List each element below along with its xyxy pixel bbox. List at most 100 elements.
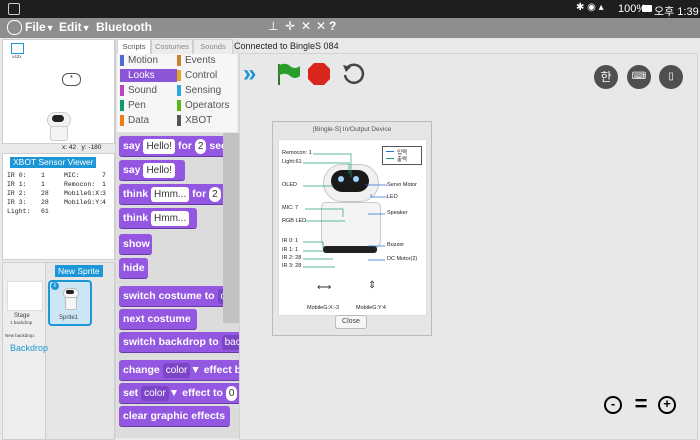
grow-icon[interactable]: ✕ [301,19,311,33]
block-clear-effects[interactable]: clear graphic effects [119,406,230,426]
sprite1-tile[interactable]: i Sprite1 [48,280,92,326]
category-color-swatch [120,100,124,111]
new-backdrop-label: New backdrop: [5,333,36,338]
block-say-for-secs[interactable]: say Hello! for 2 secs [119,136,240,156]
category-data[interactable]: Data [120,114,177,127]
category-sensing[interactable]: Sensing [177,84,234,97]
category-label: Control [185,70,218,81]
edit-menu[interactable]: Edit▼ [59,20,91,34]
info-icon[interactable]: i [51,282,59,290]
help-icon[interactable]: ? [329,19,336,33]
category-label: Sensing [185,85,222,96]
coordinates-readout: x: 42 y: -180 [62,144,102,151]
category-operators[interactable]: Operators [177,99,234,112]
io-label-left: OLED [282,182,297,188]
stage-size-label: x42x [12,54,22,59]
category-control[interactable]: Control [177,69,234,82]
mobile-x-label: MobileG:X:-3 [307,305,340,311]
palette-scrollbar[interactable] [223,133,239,323]
category-events[interactable]: Events [177,54,234,67]
stage-thumbnail[interactable]: x42x * [2,39,115,144]
file-menu[interactable]: File▼ [25,20,55,34]
bluetooth-menu[interactable]: Bluetooth [96,20,152,34]
category-color-swatch [120,55,124,66]
duplicate-icon[interactable]: ⊥ [268,19,278,33]
tab-scripts[interactable]: Scripts [117,39,151,54]
sensor-row: IR 3: 28 MobileG:Y: 4 [7,199,111,208]
sensor-name: IR 2: [7,190,27,197]
sensor-row: Light: 61 [7,208,111,217]
category-xbot[interactable]: XBOT [177,114,234,127]
bluetooth-connect-icon[interactable]: » [243,62,269,86]
category-label: XBOT [185,115,213,126]
io-label-left: IR 2: 28 [282,255,302,261]
connection-status: Connected to BingleS 084 [234,41,339,51]
sensor-name: Remocon: [64,181,96,188]
zoom-in-button[interactable]: + [655,393,679,417]
block-say[interactable]: say Hello! [119,160,185,180]
category-label: Pen [128,100,146,111]
category-pen[interactable]: Pen [120,99,177,112]
green-flag-icon[interactable] [274,61,302,87]
category-sound[interactable]: Sound [120,84,177,97]
block-think-for-secs[interactable]: think Hmm... for 2 se [119,184,240,204]
robot-sprite-thumb [63,288,79,310]
battery-icon [642,5,652,12]
category-panel: Motion Events Looks Control Sound Sensing Pen O… [117,54,237,132]
tilt-x-icon: ⟷ [317,282,332,293]
keyboard-icon[interactable]: ⌨ [627,65,651,89]
sensor-viewer-title[interactable]: XBOT Sensor Viewer [10,157,97,168]
zoom-out-button[interactable]: - [601,393,625,417]
backdrop-button[interactable]: Backdrop [10,343,48,353]
korean-language-button[interactable]: 한 [594,65,618,89]
shrink-icon[interactable]: ✕ [316,19,326,33]
category-color-swatch [177,85,181,96]
category-label: Sound [128,85,157,96]
sensor-value: 28 [41,199,49,206]
sensor-value: 28 [41,190,49,197]
tab-costumes[interactable]: Costumes [151,39,193,54]
category-label: Looks [128,70,155,81]
sensor-value: 4 [102,199,106,206]
block-switch-costume[interactable]: switch costume to costu [119,286,240,306]
new-sprite-button[interactable]: New Sprite [55,265,103,277]
block-set-effect[interactable]: set color ▼ effect to 0 [119,383,240,403]
sensor-value: 1 [102,181,106,188]
tilt-y-icon: ⇕ [368,280,377,291]
fullscreen-icon[interactable] [11,43,24,54]
io-device-dialog: [Bingle-S] In/Output Device 입력 출력 ⟷ ⇕ Mo… [272,121,432,336]
file-menu-label: File [25,20,46,34]
chevron-down-icon: ▼ [81,23,91,33]
sprite1-label: Sprite1 [59,315,79,321]
category-looks[interactable]: Looks [120,69,177,82]
category-motion[interactable]: Motion [120,54,177,67]
block-next-costume[interactable]: next costume [119,309,197,329]
sensor-row: IR 2: 28 MobileG:X: 3 [7,190,111,199]
chevron-down-icon: ▼ [45,23,55,33]
stop-icon[interactable] [307,62,331,86]
dialog-close-button[interactable]: Close [335,315,367,329]
io-label-right: Servo Motor [387,182,417,188]
block-show[interactable]: show [119,234,152,254]
block-switch-backdrop[interactable]: switch backdrop to back [119,332,240,352]
sprite-pane: Stage 1 backdrop New backdrop: Backdrop … [2,262,115,440]
zoom-out-icon: - [604,396,622,414]
zoom-reset-button[interactable]: = [630,393,652,417]
block-change-effect[interactable]: change color ▼ effect b [119,360,240,380]
block-hide[interactable]: hide [119,258,148,278]
globe-icon[interactable] [7,20,22,35]
cut-icon[interactable]: ✛ [285,19,295,33]
io-label-left: IR 1: 1 [282,247,299,253]
robot-sprite[interactable] [47,112,71,141]
category-color-swatch [120,85,124,96]
category-label: Motion [128,55,159,66]
mobile-device-icon[interactable]: ▯ [659,65,683,89]
app-icon [8,3,20,15]
io-label-left: IR 0: 1 [282,238,299,244]
tab-sounds[interactable]: Sounds [193,39,233,54]
stage-item[interactable]: Stage 1 backdrop New backdrop: Backdrop [3,263,48,439]
category-color-swatch [177,100,181,111]
block-think[interactable]: think Hmm... [119,208,197,228]
mobile-y-label: MobileG:Y:4 [356,305,386,311]
reset-icon[interactable] [341,62,365,86]
